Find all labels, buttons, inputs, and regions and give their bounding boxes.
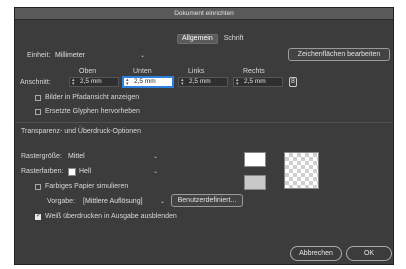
chevron-down-icon: ⌄ <box>152 169 158 175</box>
checkbox-label: Bilder in Pfadansicht anzeigen <box>45 94 140 101</box>
grid-colors-select[interactable]: Hell ⌄ <box>68 167 158 176</box>
checkbox-label: Weiß überdrucken in Ausgabe ausblenden <box>45 213 177 220</box>
grid-color-swatch-light[interactable] <box>244 152 266 167</box>
stepper-icon[interactable]: ▴ ▾ <box>236 78 239 87</box>
grid-size-select[interactable]: Mittel ⌄ <box>68 152 158 161</box>
preset-select[interactable]: [Mittlere Auflösung] ⌄ <box>83 197 165 206</box>
custom-button[interactable]: Benutzerdefiniert... <box>171 194 243 207</box>
bleed-bottom-value: 2,5 mm <box>134 78 156 85</box>
grid-colors-label: Rasterfarben: <box>21 168 64 175</box>
chevron-down-icon: ⌄ <box>152 154 158 160</box>
bleed-header-bottom: Unten <box>133 68 152 75</box>
bleed-label: Anschnitt: <box>20 79 51 86</box>
bleed-header-right: Rechts <box>243 68 265 75</box>
tab-general[interactable]: Allgemein <box>177 34 218 44</box>
bleed-bottom-field[interactable]: ▴ ▾ 2,5 mm <box>123 77 173 87</box>
bleed-top-value: 2,5 mm <box>80 78 102 85</box>
tab-bar: Allgemein Schrift <box>177 34 248 44</box>
unit-label: Einheit: <box>27 52 51 59</box>
checkbox-box[interactable] <box>35 212 41 220</box>
document-setup-dialog: Dokument einrichten Allgemein Schrift Ei… <box>14 7 394 265</box>
bleed-header-top: Oben <box>79 68 97 75</box>
transparency-section-title: Transparenz- und Überdruck-Optionen <box>21 128 141 135</box>
grid-colors-value: Hell <box>79 168 92 175</box>
bleed-right-field[interactable]: ▴ ▾ 2,5 mm <box>233 77 283 87</box>
ok-button[interactable]: OK <box>346 246 392 261</box>
stepper-icon[interactable]: ▴ ▾ <box>181 78 184 87</box>
chevron-down-icon: ⌄ <box>159 199 165 205</box>
chain-link-icon[interactable]: 8 <box>289 77 297 87</box>
simulate-paper-checkbox[interactable]: Farbiges Papier simulieren <box>35 183 128 190</box>
chevron-down-icon: ⌄ <box>139 53 145 59</box>
preset-value: [Mittlere Auflösung] <box>83 198 143 205</box>
highlight-glyphs-checkbox[interactable]: Ersetzte Glyphen hervorheben <box>35 108 140 115</box>
bleed-left-value: 2,5 mm <box>189 78 211 85</box>
show-images-outline-checkbox[interactable]: Bilder in Pfadansicht anzeigen <box>35 94 139 101</box>
bleed-top-field[interactable]: ▴ ▾ 2,5 mm <box>69 77 119 87</box>
unit-select[interactable]: Millimeter ⌄ <box>55 51 145 60</box>
tab-type[interactable]: Schrift <box>220 34 248 44</box>
stepper-icon[interactable]: ▴ ▾ <box>72 78 75 87</box>
color-chip <box>68 167 76 176</box>
stepper-icon[interactable]: ▴ ▾ <box>126 78 129 87</box>
checkbox-box[interactable] <box>35 183 41 190</box>
bleed-left-field[interactable]: ▴ ▾ 2,5 mm <box>178 77 228 87</box>
grid-size-value: Mittel <box>68 153 85 160</box>
edit-artboards-button[interactable]: Zeichenflächen bearbeiten <box>288 48 390 61</box>
transparency-grid-preview <box>284 152 319 189</box>
bleed-right-value: 2,5 mm <box>244 78 266 85</box>
checkbox-label: Farbiges Papier simulieren <box>45 183 129 190</box>
dialog-title: Dokument einrichten <box>15 8 393 20</box>
section-divider <box>15 122 393 123</box>
discard-white-overprint-checkbox[interactable]: Weiß überdrucken in Ausgabe ausblenden <box>35 212 177 220</box>
checkbox-box[interactable] <box>35 94 41 101</box>
checkbox-label: Ersetzte Glyphen hervorheben <box>45 108 140 115</box>
unit-select-value: Millimeter <box>55 52 85 59</box>
cancel-button[interactable]: Abbrechen <box>290 246 342 261</box>
grid-color-swatch-dark[interactable] <box>244 175 266 190</box>
preset-label: Vorgabe: <box>47 198 76 205</box>
bleed-header-left: Links <box>188 68 205 75</box>
checkbox-box[interactable] <box>35 108 41 115</box>
grid-size-label: Rastergröße: <box>21 153 62 160</box>
